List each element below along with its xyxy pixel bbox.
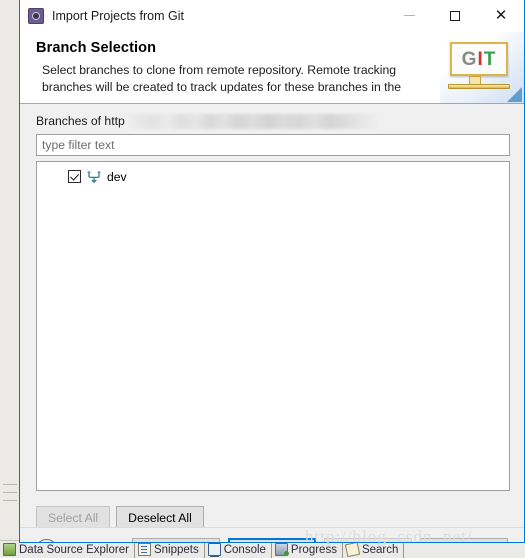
view-tab-progress[interactable]: Progress — [272, 541, 343, 558]
eclipse-import-icon — [28, 7, 44, 24]
next-button[interactable]: Next > — [228, 538, 316, 542]
dialog-footer: ? < Back Next > Finish Cancel — [20, 527, 524, 542]
view-tab-label: Snippets — [153, 543, 199, 556]
data-source-explorer-icon — [3, 543, 16, 556]
filter-placeholder: type filter text — [42, 138, 115, 152]
view-tab-label: Search — [361, 543, 399, 556]
blue-triangle-icon — [507, 87, 522, 102]
view-tab-label: Progress — [290, 543, 337, 556]
git-banner: GIT — [440, 32, 524, 103]
branches-label-row: Branches of http — [36, 113, 381, 129]
footer-button-group: < Back Next > Finish Cancel — [132, 538, 508, 542]
select-all-button[interactable]: Select All — [36, 506, 111, 529]
git-logo-base — [448, 84, 510, 89]
branch-checkbox[interactable] — [68, 170, 81, 183]
screen-root: Data Source Explorer Snippets Console Pr… — [0, 0, 525, 558]
maximize-button[interactable] — [432, 0, 478, 31]
cancel-button[interactable]: Cancel — [420, 538, 508, 542]
view-tab-label: Data Source Explorer — [19, 543, 129, 556]
import-projects-from-git-dialog: Import Projects from Git ✕ Branch Select… — [19, 0, 525, 543]
view-tab-console[interactable]: Console — [205, 541, 272, 558]
view-tab-data-source-explorer[interactable]: Data Source Explorer — [0, 541, 135, 558]
console-icon — [207, 543, 221, 557]
search-icon — [344, 541, 361, 558]
finish-button[interactable]: Finish — [324, 538, 412, 542]
filter-input[interactable]: type filter text — [36, 134, 510, 156]
selection-buttons: Select All Deselect All — [36, 506, 204, 529]
deselect-all-button[interactable]: Deselect All — [116, 506, 204, 529]
window-controls: ✕ — [386, 0, 524, 31]
dialog-header: Branch Selection Select branches to clon… — [20, 32, 524, 104]
view-tab-snippets[interactable]: Snippets — [135, 541, 205, 558]
tree-row[interactable]: dev — [37, 166, 509, 187]
page-description: Select branches to clone from remote rep… — [42, 63, 402, 94]
view-tab-label: Console — [223, 543, 266, 556]
dialog-content: Branches of http type filter text dev Se… — [20, 104, 524, 529]
snippets-icon — [137, 543, 151, 556]
back-button[interactable]: < Back — [132, 538, 220, 542]
branch-label: dev — [107, 169, 127, 184]
branches-tree[interactable]: dev — [36, 161, 510, 491]
git-logo-letter-t: T — [483, 48, 497, 70]
git-branch-icon — [86, 169, 102, 185]
page-title: Branch Selection — [36, 40, 157, 56]
branches-label: Branches of http — [36, 114, 125, 128]
git-logo-letter-g: G — [461, 48, 478, 70]
dialog-title: Import Projects from Git — [52, 8, 184, 23]
dialog-title-bar: Import Projects from Git ✕ — [20, 0, 524, 32]
minimize-button[interactable] — [386, 0, 432, 31]
close-button[interactable]: ✕ — [478, 0, 524, 31]
help-button[interactable]: ? — [35, 539, 58, 542]
git-logo-icon: GIT — [450, 42, 508, 76]
view-tab-search[interactable]: Search — [343, 541, 405, 558]
redacted-repository-url — [125, 113, 381, 129]
progress-icon — [274, 543, 289, 556]
